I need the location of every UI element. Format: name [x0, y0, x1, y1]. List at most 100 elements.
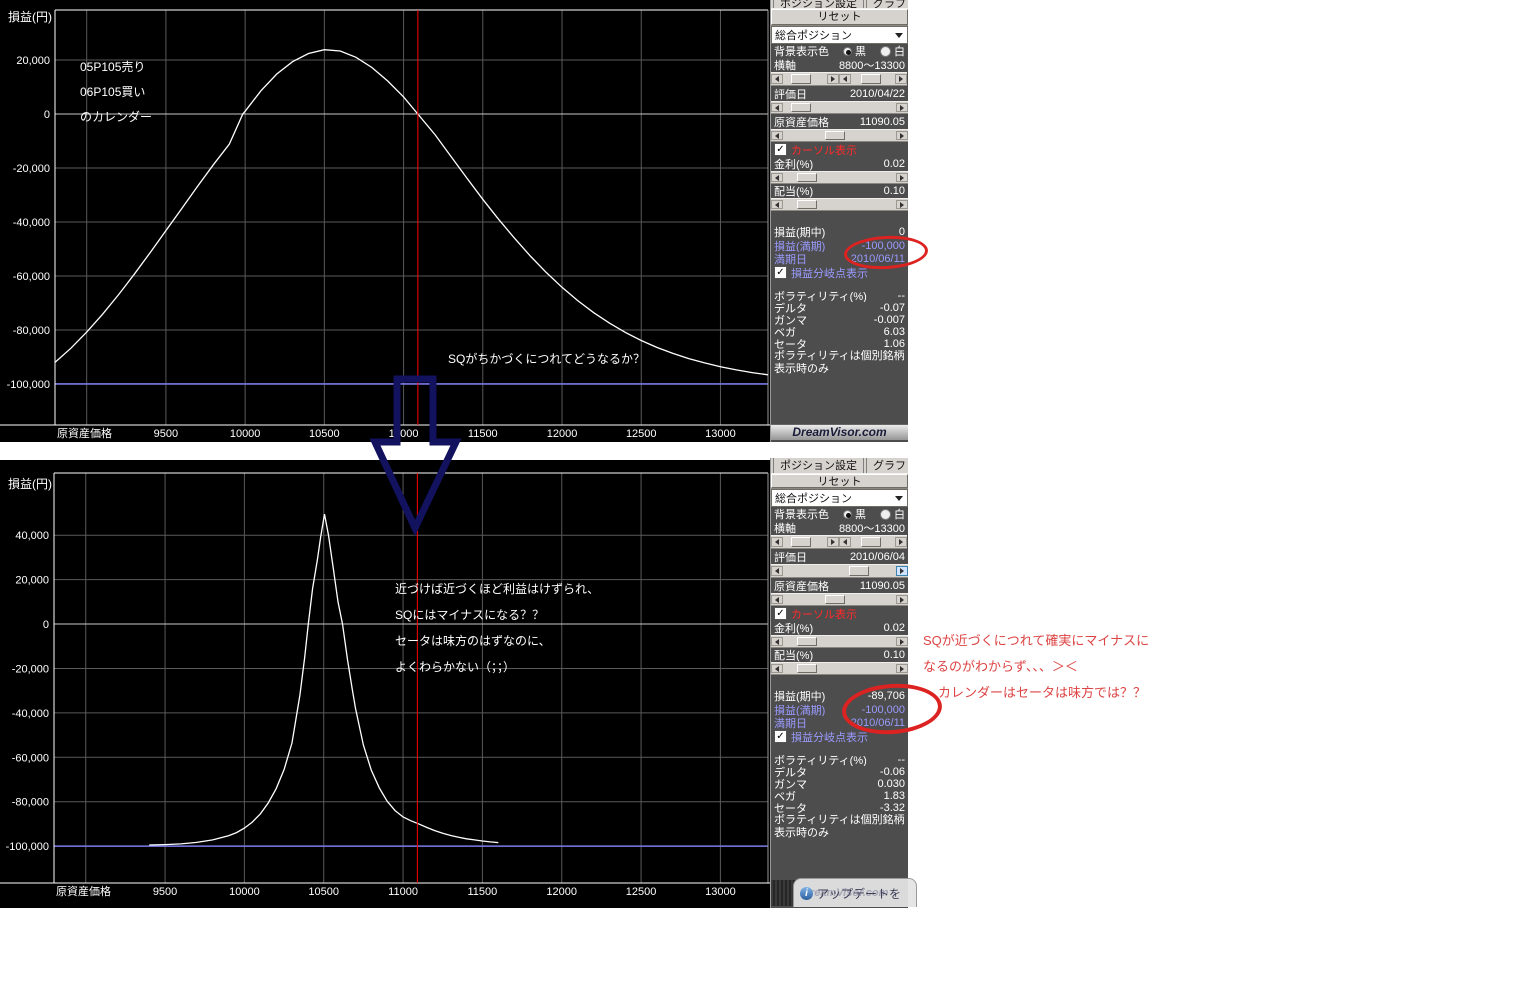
radio-circle-icon[interactable]: [843, 509, 852, 519]
eval-date-scrollbar-bottom[interactable]: [771, 564, 908, 578]
dividend-scrollbar-bottom[interactable]: [771, 662, 908, 675]
eval-date-row-bottom: 評価日 2010/06/04: [771, 549, 908, 564]
haxis-scrollbars-1-top[interactable]: [771, 72, 839, 86]
scroll-left-arrow-icon[interactable]: [771, 131, 783, 140]
reset-button-bottom[interactable]: リセット: [771, 474, 908, 488]
scroll-left-arrow-icon[interactable]: [771, 595, 783, 604]
radio-label: 白: [894, 509, 905, 521]
scroll-right-arrow-icon[interactable]: [895, 537, 907, 547]
rate-scrollbar-bottom[interactable]: [771, 635, 908, 648]
position-select-top[interactable]: 総合ポジション: [771, 26, 908, 44]
tab-graph-bottom[interactable]: グラフ: [866, 458, 908, 473]
red-note-line2: なるのがわからず、、、＞＜: [923, 659, 1078, 674]
tab-graph-top[interactable]: グラフ: [866, 0, 908, 8]
settings-panel-top: ポジション設定 グラフ リセット 総合ポジション 背景表示色 黒 白横軸 8800～13300…: [770, 0, 908, 442]
scroll-right-arrow-icon[interactable]: [895, 74, 907, 84]
scroll-left-arrow-icon[interactable]: [771, 664, 783, 673]
scroll-left-arrow-icon[interactable]: [771, 103, 783, 112]
underlying-scrollbar-bottom[interactable]: [771, 593, 908, 606]
scroll-left-arrow-icon[interactable]: [771, 566, 783, 576]
radio-黒[interactable]: 黒: [843, 44, 866, 58]
scroll-thumb[interactable]: [796, 637, 817, 646]
right-triangle-icon: [900, 201, 904, 208]
scroll-right-arrow-icon[interactable]: [896, 173, 908, 182]
scroll-thumb[interactable]: [824, 595, 845, 604]
reset-button-top[interactable]: リセット: [771, 9, 908, 25]
radio-黒[interactable]: 黒: [843, 507, 866, 521]
update-notification-popup[interactable]: DreamVisor.com i アップデートを: [793, 878, 917, 907]
left-triangle-icon: [775, 201, 779, 208]
scroll-thumb[interactable]: [790, 537, 811, 547]
tab-position-settings-top[interactable]: ポジション設定: [773, 0, 864, 8]
scroll-right-arrow-icon[interactable]: [896, 595, 908, 604]
select-value: 総合ポジション: [775, 493, 852, 505]
x-tick-label: 12000: [547, 428, 578, 440]
red-note-line3: カレンダーはセータは味方では？？: [938, 685, 1147, 700]
eval-date-scrollbar-top[interactable]: [771, 101, 908, 114]
breakeven-checkbox-row-checkbox[interactable]: ✓: [774, 266, 787, 279]
radio-白[interactable]: 白: [880, 44, 905, 58]
x-tick-label: 9500: [154, 428, 178, 440]
eval-date-row-label: 評価日: [774, 551, 807, 564]
scroll-left-arrow-icon[interactable]: [771, 637, 783, 646]
scroll-thumb[interactable]: [796, 173, 817, 182]
scroll-thumb[interactable]: [791, 103, 812, 112]
tab-position-settings-bottom[interactable]: ポジション設定: [773, 458, 864, 473]
underlying-scrollbar-bottom: [771, 593, 908, 606]
reset-button-top: リセット: [771, 8, 908, 26]
scroll-right-arrow-icon[interactable]: [896, 637, 908, 646]
dividend-row-value: 0.10: [883, 649, 905, 661]
scroll-left-arrow-icon[interactable]: [771, 537, 783, 547]
bottom-note-line4: よくわらかない（；；）: [395, 660, 516, 674]
scroll-right-arrow-icon[interactable]: [896, 566, 908, 576]
radio-circle-icon[interactable]: [880, 508, 891, 520]
scroll-thumb[interactable]: [790, 74, 811, 84]
radio-circle-icon[interactable]: [880, 45, 891, 57]
scroll-right-arrow-icon[interactable]: [896, 664, 908, 673]
underlying-scrollbar-top[interactable]: [771, 129, 908, 142]
radio-circle-icon[interactable]: [843, 46, 852, 56]
scroll-left-arrow-icon[interactable]: [839, 74, 851, 84]
y-tick-label: 0: [43, 619, 49, 631]
cursor-checkbox-row-checkbox[interactable]: ✓: [774, 143, 787, 156]
panel-tabs-top: ポジション設定 グラフ: [771, 0, 908, 8]
position-select-bottom[interactable]: 総合ポジション: [771, 489, 908, 507]
chevron-down-icon[interactable]: [895, 495, 903, 501]
haxis-scrollbars-2-top[interactable]: [839, 72, 907, 86]
scroll-thumb[interactable]: [860, 74, 881, 84]
scroll-left-arrow-icon[interactable]: [771, 200, 783, 209]
dividend-scrollbar-top[interactable]: [771, 198, 908, 211]
cursor-checkbox-row-checkbox[interactable]: ✓: [774, 607, 787, 620]
payoff-curve: [54, 49, 769, 376]
settings-panel-bottom: ポジション設定 グラフ リセット 総合ポジション 背景表示色 黒 白横軸 8800～13300…: [770, 458, 908, 908]
y-axis-title: 損益(円): [8, 476, 52, 491]
scroll-left-arrow-icon[interactable]: [839, 537, 851, 547]
scroll-right-arrow-icon[interactable]: [827, 74, 839, 84]
rate-scrollbar-top[interactable]: [771, 171, 908, 184]
haxis-scrollbars-2-bottom[interactable]: [839, 535, 907, 549]
theta-row-value: 1.06: [883, 338, 905, 350]
scroll-right-arrow-icon[interactable]: [896, 131, 908, 140]
scroll-thumb[interactable]: [848, 566, 869, 576]
radio-白[interactable]: 白: [880, 507, 905, 521]
scroll-thumb[interactable]: [824, 131, 845, 140]
scroll-thumb[interactable]: [796, 200, 817, 209]
scroll-left-arrow-icon[interactable]: [771, 173, 783, 182]
radio-label: 黒: [855, 46, 866, 58]
position-note-line1: 05P105売り: [80, 60, 146, 74]
chevron-down-icon[interactable]: [895, 32, 903, 38]
breakeven-checkbox-row-checkbox[interactable]: ✓: [774, 730, 787, 743]
scroll-right-arrow-icon[interactable]: [896, 200, 908, 209]
y-tick-label: -40,000: [12, 708, 49, 720]
scroll-thumb[interactable]: [860, 537, 881, 547]
underlying-row-label: 原資産価格: [774, 580, 829, 593]
haxis-scrollbars-1-bottom[interactable]: [771, 535, 839, 549]
scroll-left-arrow-icon[interactable]: [771, 74, 783, 84]
theta-row-label: セータ: [774, 803, 807, 814]
scroll-right-arrow-icon[interactable]: [896, 103, 908, 112]
scroll-thumb[interactable]: [796, 664, 817, 673]
x-tick-label: 10000: [230, 428, 261, 440]
left-triangle-icon: [775, 76, 779, 82]
scroll-right-arrow-icon[interactable]: [827, 537, 839, 547]
volatility-note-line1: ボラティリティは個別銘柄: [774, 350, 905, 362]
